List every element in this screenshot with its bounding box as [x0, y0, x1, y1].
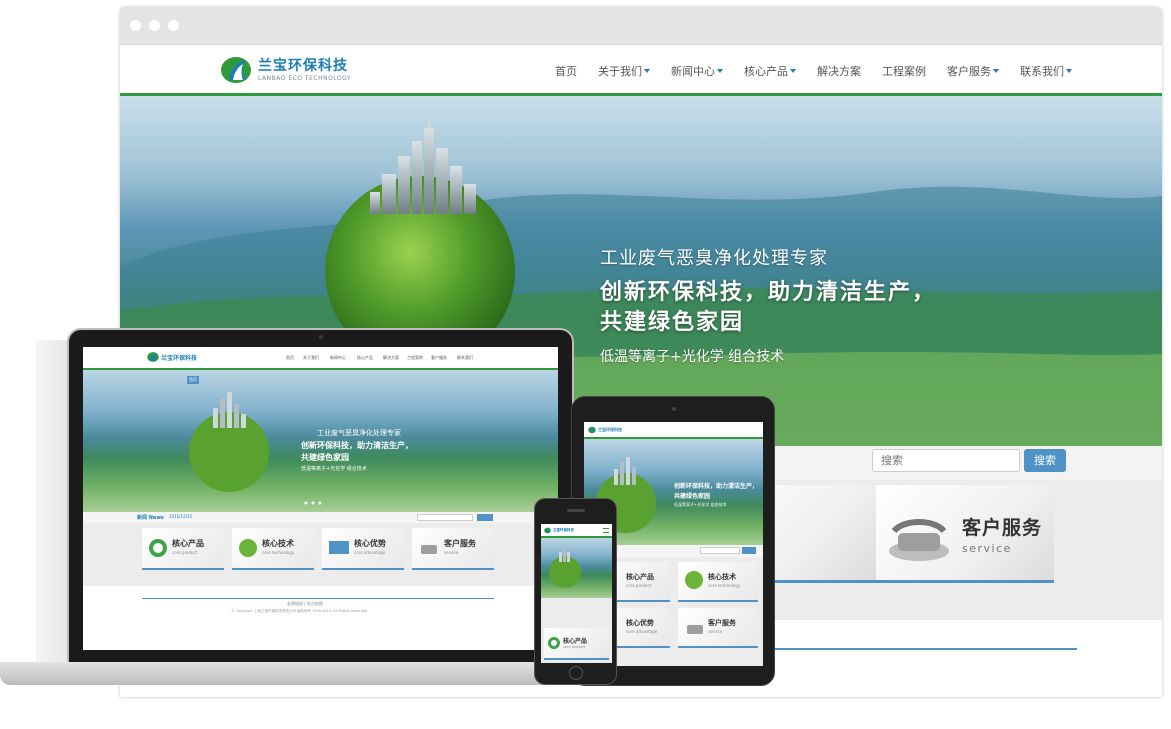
chevron-down-icon	[790, 69, 796, 73]
search-input[interactable]	[872, 449, 1020, 472]
leaf-logo-icon	[544, 527, 551, 534]
site-logo[interactable]: 兰宝环保科技 LANBAO ECO TECHNOLOGY	[220, 54, 351, 86]
mini-nav-about[interactable]: 关于我们	[303, 355, 319, 361]
nav-item-products[interactable]: 核心产品	[744, 63, 796, 79]
logo-title: 兰宝环保科技	[258, 58, 348, 74]
phone-logo-title: 兰宝环保科技	[553, 528, 574, 532]
speaker-grille	[567, 509, 585, 512]
hero-slogan-line1: 创新环保科技，助力清洁生产，	[600, 280, 937, 305]
tablet-hero-slogan-1: 创新环保科技，助力清洁生产，	[674, 483, 759, 490]
mini-copyright: © Copyright 上海兰宝环保科技有限公司 版权所有 1999-2014.…	[231, 609, 368, 613]
hero-subline: 低温等离子+光化学 组合技术	[600, 349, 785, 365]
camera-icon	[319, 335, 323, 339]
camera-icon	[672, 407, 676, 411]
feature-subtitle: service	[962, 542, 1012, 555]
hero-slogan-line2: 共建绿色家园	[600, 310, 745, 335]
feature-title: 客户服务	[962, 517, 1043, 539]
mini-feature-technology[interactable]: 核心技术 core technology	[232, 528, 314, 570]
phone-feature-section: 核心产品 core product	[541, 598, 612, 663]
nav-item-home[interactable]: 首页	[555, 63, 577, 79]
mini-hero-banner: 首页 工业废气恶臭净化处理专家 创新环保科技，助力清洁生产， 共建绿色家园 低温…	[83, 370, 558, 512]
nav-item-service[interactable]: 客户服务	[947, 63, 999, 79]
tablet-search-button[interactable]	[742, 547, 756, 554]
mini-footer-divider	[142, 598, 494, 599]
mini-hero-slogan-1: 创新环保科技，助力清洁生产，	[301, 441, 413, 450]
mini-logo-title: 兰宝环保科技	[161, 355, 198, 362]
tablet-hero-subline: 低温等离子+光化学 组合技术	[674, 502, 727, 507]
phone-screen: 兰宝环保科技 核心产品 core product	[541, 524, 612, 663]
home-button[interactable]	[569, 666, 583, 680]
tablet-logo-title: 兰宝环保科技	[598, 427, 622, 432]
mini-hero-headline: 工业废气恶臭净化处理专家	[317, 429, 401, 437]
laptop-device: 兰宝环保科技 首页 关于我们 新闻中心 核心产品 解决方案 工程案例 客户服务 …	[67, 328, 574, 668]
mini-hero-subline: 低温等离子+光化学 组合技术	[301, 466, 367, 472]
mini-nav-home[interactable]: 首页	[286, 355, 294, 361]
nav-item-contact[interactable]: 联系我们	[1020, 63, 1072, 79]
nav-item-solutions[interactable]: 解决方案	[817, 63, 861, 79]
laptop-screen: 兰宝环保科技 首页 关于我们 新闻中心 核心产品 解决方案 工程案例 客户服务 …	[83, 347, 558, 650]
device-mockup-showcase: 兰宝环保科技 LANBAO ECO TECHNOLOGY 首页 关于我们 新闻中…	[0, 0, 1171, 729]
mini-nav-service[interactable]: 客户服务	[431, 355, 447, 361]
search-button[interactable]: 搜索	[1024, 449, 1066, 472]
window-minimize-dot[interactable]	[149, 20, 160, 31]
telephone-icon	[421, 545, 437, 554]
leaf-logo-icon	[147, 352, 159, 362]
mini-search-input[interactable]	[417, 514, 473, 521]
mini-feature-service[interactable]: 客户服务 service	[412, 528, 494, 570]
mini-nav-solutions[interactable]: 解决方案	[383, 355, 399, 361]
mini-feature-products[interactable]: 核心产品 core product	[142, 528, 224, 570]
logo-tagline: LANBAO ECO TECHNOLOGY	[258, 75, 352, 82]
leaf-icon	[149, 539, 167, 557]
mini-slide-tag: 首页	[187, 376, 199, 384]
mini-feature-section: 核心产品 core product 核心技术 core technology 核…	[83, 523, 558, 586]
monitor-icon	[329, 541, 349, 554]
phone-site-header: 兰宝环保科技	[541, 524, 612, 538]
browser-title-bar	[120, 7, 1162, 45]
nav-item-cases[interactable]: 工程案例	[882, 63, 926, 79]
mini-nav-contact[interactable]: 联系我们	[457, 355, 473, 361]
chevron-down-icon	[1066, 69, 1072, 73]
chevron-down-icon	[644, 69, 650, 73]
tablet-site-header: 兰宝环保科技	[584, 422, 763, 439]
leaf-logo-icon	[221, 57, 251, 83]
mini-nav-cases[interactable]: 工程案例	[407, 355, 423, 361]
phone-feature-products[interactable]: 核心产品 core product	[544, 628, 609, 660]
main-nav: 首页 关于我们 新闻中心 核心产品 解决方案 工程案例 客户服务 联系我们	[534, 63, 1072, 79]
mini-news-bar: 新闻 News 2015/12/25	[83, 512, 558, 523]
telephone-icon	[889, 519, 949, 561]
mini-footer-links[interactable]: 友情链接 | 站点地图	[287, 601, 323, 607]
hero-copy: 工业废气恶臭净化处理专家 创新环保科技，助力清洁生产， 共建绿色家园 低温等离子…	[600, 244, 936, 366]
phone-device: 兰宝环保科技 核心产品 core product	[534, 498, 617, 685]
nav-item-news[interactable]: 新闻中心	[671, 63, 723, 79]
tablet-search-input[interactable]	[700, 547, 740, 554]
window-maximize-dot[interactable]	[168, 20, 179, 31]
nav-item-about[interactable]: 关于我们	[598, 63, 650, 79]
hamburger-menu-icon[interactable]	[603, 528, 609, 533]
leaf-logo-icon	[588, 426, 596, 434]
mini-news-item[interactable]: 2015/12/25	[169, 514, 192, 519]
mini-site-header: 兰宝环保科技 首页 关于我们 新闻中心 核心产品 解决方案 工程案例 客户服务 …	[83, 347, 558, 370]
chevron-down-icon	[717, 69, 723, 73]
site-header: 兰宝环保科技 LANBAO ECO TECHNOLOGY 首页 关于我们 新闻中…	[120, 45, 1162, 96]
mini-hero-slogan-2: 共建绿色家园	[301, 453, 349, 462]
telephone-icon	[687, 625, 703, 634]
plant-icon	[239, 539, 257, 557]
mini-nav-products[interactable]: 核心产品	[357, 355, 373, 361]
plant-icon	[685, 571, 703, 589]
phone-hero-banner	[541, 538, 612, 598]
tablet-feature-service[interactable]: 客户服务 service	[678, 608, 758, 648]
leaf-icon	[548, 637, 560, 649]
feature-card-service[interactable]: 客户服务 service	[876, 485, 1054, 583]
window-close-dot[interactable]	[130, 20, 141, 31]
tablet-hero-slogan-2: 共建绿色家园	[674, 493, 711, 500]
tablet-feature-technology[interactable]: 核心技术 core technology	[678, 562, 758, 602]
hero-headline: 工业废气恶臭净化处理专家	[600, 248, 828, 269]
mini-search-button[interactable]	[477, 514, 493, 521]
mini-news-label: 新闻 News	[137, 515, 164, 521]
mini-feature-advantage[interactable]: 核心优势 core advantage	[322, 528, 404, 570]
mini-nav-news[interactable]: 新闻中心	[330, 355, 346, 361]
chevron-down-icon	[993, 69, 999, 73]
phone-hero-image	[549, 548, 581, 588]
